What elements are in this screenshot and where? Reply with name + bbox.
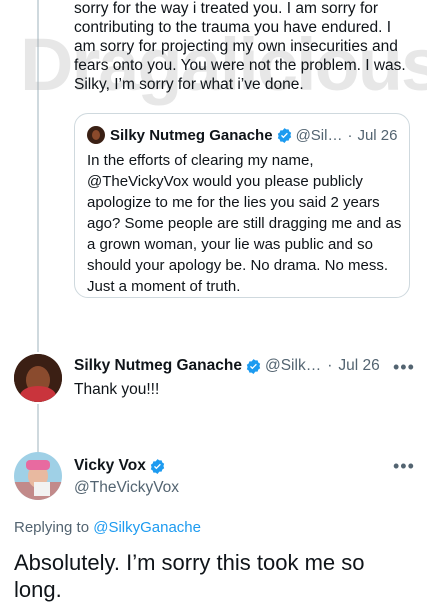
- tweet-date[interactable]: Jul 26: [357, 127, 397, 144]
- display-name[interactable]: Vicky Vox: [74, 457, 146, 475]
- thread-line: [37, 0, 39, 352]
- avatar[interactable]: [14, 452, 62, 500]
- replying-prefix: Replying to: [14, 519, 90, 536]
- handle[interactable]: @TheVickyVox: [74, 479, 179, 497]
- separator: ·: [347, 126, 353, 144]
- tweet-date[interactable]: Jul 26: [338, 357, 379, 375]
- tweet-text: Thank you!!!: [74, 381, 160, 398]
- tweet-header: Silky Nutmeg Ganache @Silk… · Jul 26: [74, 357, 380, 375]
- more-icon[interactable]: •••: [393, 456, 415, 477]
- quoted-tweet[interactable]: Silky Nutmeg Ganache @Sil… · Jul 26 In t…: [74, 113, 410, 298]
- handle[interactable]: @Silk…: [265, 357, 321, 375]
- main-tweet-text: Absolutely. I’m sorry this took me so lo…: [14, 550, 365, 602]
- more-icon[interactable]: •••: [393, 357, 415, 378]
- tweet-header: Vicky Vox: [74, 457, 169, 475]
- quoted-tweet-header: Silky Nutmeg Ganache @Sil… · Jul 26: [87, 126, 398, 144]
- avatar[interactable]: [14, 354, 62, 402]
- replying-handle-link[interactable]: @SilkyGanache: [93, 519, 201, 536]
- verified-badge-icon: [150, 458, 164, 474]
- tweet-text: sorry for the way i treated you. I am so…: [74, 0, 406, 93]
- handle: @Sil…: [295, 126, 343, 144]
- avatar: [87, 126, 105, 144]
- display-name: Silky Nutmeg Ganache: [110, 126, 273, 144]
- thread-line: [37, 404, 39, 452]
- quoted-tweet-text: In the efforts of clearing my name, @The…: [87, 152, 402, 295]
- display-name[interactable]: Silky Nutmeg Ganache: [74, 357, 242, 375]
- verified-badge-icon: [277, 127, 291, 143]
- separator: ·: [327, 357, 333, 374]
- verified-badge-icon: [246, 358, 261, 374]
- replying-to: Replying to @SilkyGanache: [14, 519, 201, 536]
